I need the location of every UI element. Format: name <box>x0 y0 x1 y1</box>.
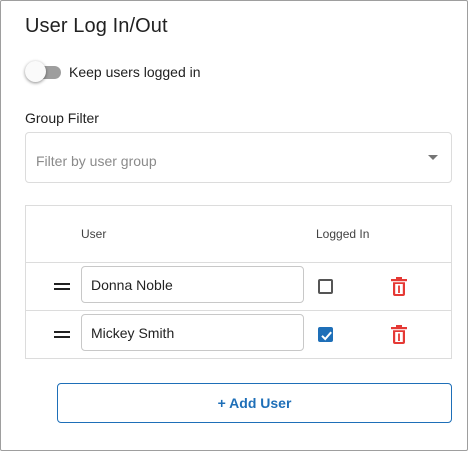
user-name-input[interactable] <box>81 266 304 303</box>
user-name-input[interactable] <box>81 314 304 351</box>
add-user-button[interactable]: + Add User <box>57 383 452 423</box>
checkmark-icon <box>321 331 332 341</box>
column-header-user: User <box>81 227 107 241</box>
user-login-panel: User Log In/Out Keep users logged in Gro… <box>0 0 468 451</box>
logged-in-checkbox[interactable] <box>318 327 333 342</box>
trash-icon[interactable] <box>391 325 407 344</box>
table-header: User Logged In <box>26 206 451 263</box>
group-filter-placeholder: Filter by user group <box>36 153 157 169</box>
toggle-knob[interactable] <box>25 61 46 82</box>
group-filter-label: Group Filter <box>25 110 99 126</box>
dropdown-caret-icon <box>428 155 438 160</box>
table-row <box>26 311 451 359</box>
keep-logged-in-row: Keep users logged in <box>25 61 201 83</box>
panel-title: User Log In/Out <box>25 15 168 37</box>
drag-handle-icon[interactable] <box>54 283 70 290</box>
logged-in-checkbox[interactable] <box>318 279 333 294</box>
column-header-logged-in: Logged In <box>316 227 370 241</box>
keep-logged-in-label: Keep users logged in <box>69 64 201 80</box>
drag-handle-icon[interactable] <box>54 331 70 338</box>
keep-logged-in-toggle[interactable] <box>25 61 61 83</box>
table-row <box>26 263 451 311</box>
trash-icon[interactable] <box>391 277 407 296</box>
users-table: User Logged In <box>25 205 452 359</box>
group-filter-select[interactable]: Filter by user group <box>25 132 452 183</box>
